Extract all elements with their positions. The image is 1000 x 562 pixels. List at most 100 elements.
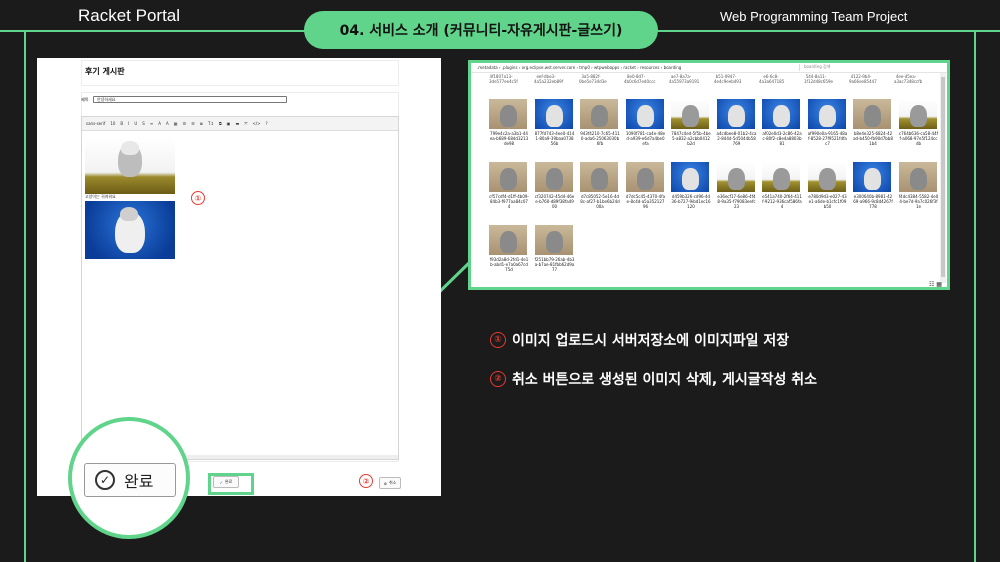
file-name: cf320742-45d4-46ee-b760-d89f38fa4900 bbox=[534, 194, 575, 209]
toolbar-clear[interactable]: ≡ bbox=[150, 121, 153, 126]
file-name: af02e0d3-2c86-42ac-80f2-c8e4a8803b81 bbox=[762, 131, 802, 146]
file-item[interactable]: 877fd743-4ee0-4141-80a9-39baa073856b bbox=[534, 99, 575, 146]
file-item[interactable]: f4dc4384-5582-4e04-be7d-9a7c026f3f1e bbox=[898, 162, 939, 209]
image-thumbnail bbox=[762, 162, 800, 192]
file-name-partial[interactable]: 3a5-882f-0be5e734d3e bbox=[579, 74, 607, 84]
toolbar-link[interactable]: ⧉ bbox=[219, 121, 222, 126]
marker-2: ② bbox=[359, 474, 373, 488]
image-thumbnail bbox=[534, 162, 573, 192]
toolbar-align[interactable]: ≣ bbox=[200, 121, 203, 126]
image-thumbnail bbox=[807, 99, 846, 129]
image-thumbnail bbox=[534, 225, 573, 255]
scrollbar-thumb[interactable] bbox=[941, 77, 945, 277]
toolbar-underline[interactable]: U bbox=[134, 121, 137, 126]
zoom-callout: ✓ 완료 bbox=[68, 417, 190, 539]
file-item[interactable]: f251bb79-26ab-4b3a-b7ae-81fbb62d9a77 bbox=[534, 225, 575, 272]
uploaded-cat-image bbox=[85, 201, 175, 259]
scrollbar[interactable] bbox=[940, 73, 946, 283]
file-item[interactable]: d7dc5c45-4370-4fae-8c4d-a5a35212796 bbox=[625, 162, 666, 209]
image-thumbnail bbox=[671, 99, 709, 129]
cancel-button[interactable]: ⊗ 취소 bbox=[379, 477, 401, 489]
file-name: a4cdbee8-01b2-4ca2-844d-5d5044b58769 bbox=[716, 131, 757, 146]
file-name-partial[interactable]: 8e0-8d7-4b0c6d7ed0ccc bbox=[624, 74, 656, 84]
file-name-partial[interactable]: 4f1807a13-3de577ee4c5f bbox=[489, 74, 518, 84]
file-item[interactable]: f93d2a8d-2fd1-4e1b-abd1-e7a0a67cd75d bbox=[489, 225, 529, 272]
file-name: e780d9d3-e027-43e1-a6de-b1cfc1f09b50 bbox=[808, 194, 847, 209]
subject-label: 제목 bbox=[81, 97, 89, 102]
file-item[interactable]: af02e0d3-2c86-42ac-80f2-c8e4a8803b81 bbox=[762, 99, 802, 146]
toolbar-video[interactable]: ▬ bbox=[235, 121, 239, 126]
image-thumbnail bbox=[898, 99, 937, 129]
toolbar-height[interactable]: T↕ bbox=[208, 121, 214, 126]
file-name: 1090f781-ca4e-48ed-a939-e6d7a4be0efa bbox=[625, 131, 666, 146]
image-thumbnail bbox=[853, 99, 891, 129]
toolbar-font[interactable]: sans-serif bbox=[86, 121, 105, 126]
folder-path[interactable]: .metadata › .plugins › org.eclipse.wst.s… bbox=[477, 65, 681, 70]
cancel-icon: ⊗ bbox=[383, 480, 387, 486]
toolbar-code[interactable]: </> bbox=[252, 121, 260, 126]
toolbar-ol[interactable]: ☰ bbox=[191, 121, 195, 126]
file-item[interactable]: c764b636-ca58-44ff-a068-97e5f124ccdb bbox=[898, 99, 939, 146]
cancel-label: 취소 bbox=[388, 480, 397, 485]
file-item[interactable]: 1090f781-ca4e-48ed-a939-e6d7a4be0efa bbox=[625, 99, 666, 146]
toolbar-help[interactable]: ? bbox=[266, 121, 268, 126]
toolbar-size[interactable]: 10 bbox=[110, 121, 115, 126]
file-name-partial[interactable]: eef-dbe3-4a5a232eb89f bbox=[534, 74, 563, 84]
file-item[interactable]: e300640b-8981-4269-a966-9c8d4267f778 bbox=[853, 162, 893, 209]
file-name-partial[interactable]: 4122-9b4-9a66ee85447 bbox=[849, 74, 877, 84]
image-thumbnail bbox=[762, 99, 800, 129]
note-text: 이미지 업로드시 서버저장소에 이미지파일 저장 bbox=[512, 333, 790, 349]
file-item[interactable]: cf320742-45d4-46ee-b760-d89f38fa4900 bbox=[534, 162, 575, 209]
toolbar-bold[interactable]: B bbox=[120, 121, 123, 126]
toolbar-bgcolor[interactable]: A bbox=[166, 121, 169, 126]
note-marker: ① bbox=[490, 332, 506, 348]
file-name-partial[interactable]: ae7-8a7a-4a55973a9191 bbox=[669, 74, 699, 84]
done-button-zoomed[interactable]: ✓ 완료 bbox=[84, 463, 176, 497]
file-name-partial[interactable]: b51-0947-4e4c9eeb493 bbox=[714, 74, 741, 84]
file-item[interactable]: b8e4e325-6824-42ad-b450-fb90d7bb81b4 bbox=[853, 99, 893, 146]
toolbar-table[interactable]: ▦ bbox=[174, 121, 178, 126]
file-item[interactable]: a4cdbee8-01b2-4ca2-844d-5d5044b58769 bbox=[716, 99, 757, 146]
image-thumbnail bbox=[489, 162, 527, 192]
image-thumbnail bbox=[807, 162, 846, 192]
file-name-partial[interactable]: 544-8a11-1f12d48c659e bbox=[804, 74, 833, 84]
image-thumbnail bbox=[716, 162, 755, 192]
file-name: 943f4210-7c65-4110-ada6-25063030b6fb bbox=[580, 131, 620, 146]
file-name: 799e4c2a-a3b1-44ea-b689-68dd3213de98 bbox=[489, 131, 529, 146]
file-item[interactable]: cf57cdf4-d1ff-4b09-84b3-f977aa84c074 bbox=[489, 162, 529, 209]
image-thumbnail bbox=[625, 99, 664, 129]
file-name-partial[interactable]: 4ee-d5ea-a3ac7348ccfb bbox=[894, 74, 922, 84]
file-item[interactable]: d7c85052-5e16-4d8c-af27-b1be6b24d00a bbox=[580, 162, 620, 209]
file-item[interactable]: af990e0a-9165-48af-8528-27f9521fdfac7 bbox=[807, 99, 848, 146]
address-bar[interactable]: .metadata › .plugins › org.eclipse.wst.s… bbox=[471, 63, 947, 73]
file-item[interactable]: 7847c4ed-5f5b-4be5-a832-a2cbb0412b2d bbox=[671, 99, 711, 146]
file-item[interactable]: 943f4210-7c65-4110-ada6-25063030b6fb bbox=[580, 99, 620, 146]
subject-input[interactable]: 안녕하세요 bbox=[93, 96, 287, 103]
file-name: af990e0a-9165-48af-8528-27f9521fdfac7 bbox=[807, 131, 848, 146]
toolbar-image[interactable]: ▣ bbox=[227, 121, 231, 126]
toolbar-fullscreen[interactable]: ⤧ bbox=[244, 121, 247, 126]
toolbar-strike[interactable]: S bbox=[142, 121, 145, 126]
file-item[interactable]: 799e4c2a-a3b1-44ea-b689-68dd3213de98 bbox=[489, 99, 529, 146]
toolbar-italic[interactable]: I bbox=[128, 121, 129, 126]
view-toggle-icons[interactable]: ☷ ▦ bbox=[929, 281, 942, 287]
file-explorer-window: .metadata › .plugins › org.eclipse.wst.s… bbox=[468, 60, 950, 290]
image-thumbnail bbox=[716, 99, 755, 129]
file-name: e300640b-8981-4269-a966-9c8d4267f778 bbox=[853, 194, 893, 209]
toolbar-ul[interactable]: ☰ bbox=[182, 121, 186, 126]
file-item[interactable]: d459b326-cd96-4d36-b727-9ibd1ec16120 bbox=[671, 162, 711, 209]
uploaded-cat-image bbox=[85, 137, 175, 194]
search-box[interactable]: boarding 검색 bbox=[799, 64, 945, 71]
file-name: 877fd743-4ee0-4141-80a9-39baa073856b bbox=[534, 131, 575, 146]
image-thumbnail bbox=[489, 225, 527, 255]
file-item[interactable]: e780d9d3-e027-43e1-a6de-b1cfc1f09b50 bbox=[807, 162, 848, 209]
file-name: b8e4e325-6824-42ad-b450-fb90d7bb81b4 bbox=[853, 131, 893, 146]
image-caption: 고양이는 귀여워요 bbox=[85, 194, 116, 199]
board-title-box bbox=[81, 60, 399, 86]
image-thumbnail bbox=[671, 162, 709, 192]
file-name: f93d2a8d-2fd1-4e1b-abd1-e7a0a67cd75d bbox=[489, 257, 529, 272]
file-name-partial[interactable]: e6-6c8-4a3a647185 bbox=[759, 74, 784, 84]
file-item[interactable]: e36ecf17-6e86-4f48-9a35-f79083eefc23 bbox=[716, 162, 757, 209]
toolbar-color[interactable]: A bbox=[158, 121, 161, 126]
file-item[interactable]: e541a740-2f64-411f-9212-936caf586fa4 bbox=[762, 162, 802, 209]
